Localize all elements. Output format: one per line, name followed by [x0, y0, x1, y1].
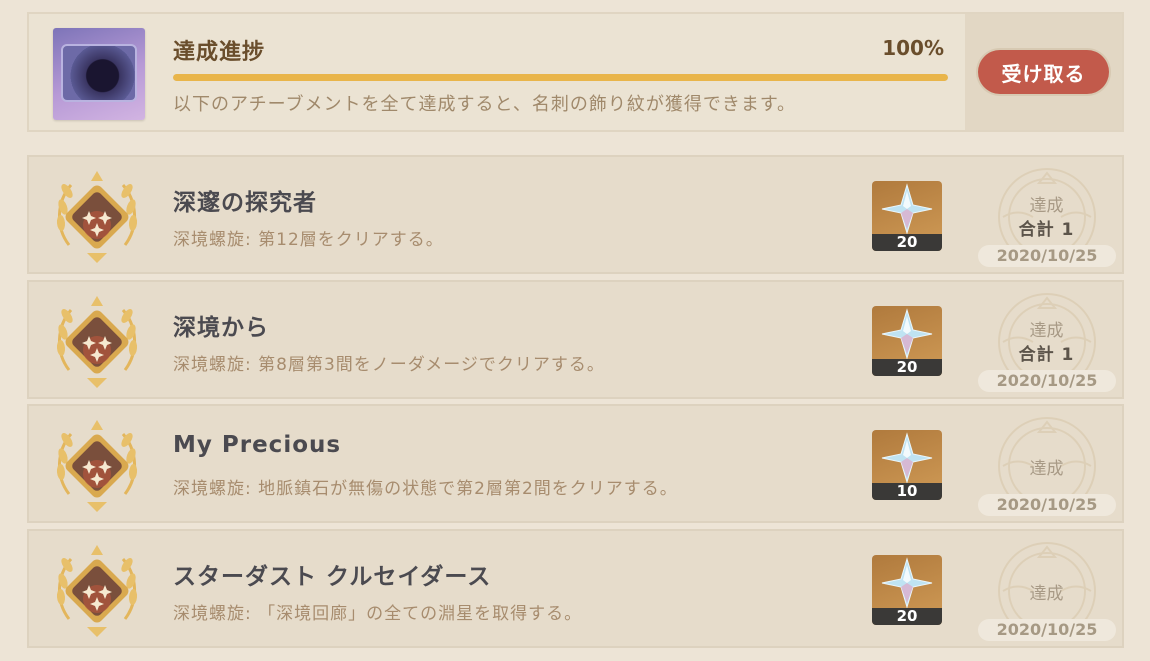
achievement-medal-icon [56, 296, 138, 388]
achievement-title: スターダスト クルセイダース [173, 564, 492, 590]
progress-bar [173, 74, 948, 81]
reward-count: 20 [872, 608, 942, 625]
primogem-icon [881, 432, 933, 484]
completion-date: 2020/10/25 [978, 245, 1116, 267]
primogem-icon [881, 308, 933, 360]
achievement-row[interactable]: 深境から 深境螺旋: 第8層第3間をノーダメージでクリアする。 20 達成 合計… [27, 280, 1124, 399]
reward-count: 20 [872, 234, 942, 251]
status-label: 達成 [1029, 196, 1064, 216]
achievement-description: 深境螺旋: 第12層をクリアする。 [173, 230, 444, 250]
reward-item[interactable]: 10 [872, 430, 942, 500]
completion-stamp: 達成 合計 1 2020/10/25 [969, 282, 1124, 397]
progress-percentage: 100% [882, 36, 944, 60]
status-label: 達成 [1029, 321, 1064, 341]
completion-stamp: 達成 2020/10/25 [969, 406, 1124, 521]
reward-item[interactable]: 20 [872, 306, 942, 376]
achievement-medal-icon [56, 420, 138, 512]
completion-total: 合計 1 [1018, 345, 1075, 365]
completion-stamp: 達成 2020/10/25 [969, 531, 1124, 646]
achievement-description: 深境螺旋: 第8層第3間をノーダメージでクリアする。 [173, 355, 605, 375]
achievement-medal-icon [56, 545, 138, 637]
completion-date: 2020/10/25 [978, 494, 1116, 516]
reward-item[interactable]: 20 [872, 181, 942, 251]
achievement-progress-panel: 達成進捗 100% 以下のアチーブメントを全て達成すると、名刺の飾り紋が獲得でき… [27, 12, 1124, 132]
achievement-row[interactable]: My Precious 深境螺旋: 地脈鎮石が無傷の状態で第2層第2間をクリアす… [27, 404, 1124, 523]
achievement-row[interactable]: スターダスト クルセイダース 深境螺旋: 「深境回廊」の全ての淵星を取得する。 … [27, 529, 1124, 648]
achievement-row[interactable]: 深邃の探究者 深境螺旋: 第12層をクリアする。 20 達成 合計 1 2020… [27, 155, 1124, 274]
claim-area: 受け取る [965, 14, 1122, 130]
achievement-title: 深境から [173, 315, 269, 341]
completion-date: 2020/10/25 [978, 370, 1116, 392]
namecard-decoration-icon [61, 44, 137, 102]
reward-item[interactable]: 20 [872, 555, 942, 625]
status-label: 達成 [1029, 584, 1064, 604]
primogem-icon [881, 183, 933, 235]
progress-bar-fill [173, 74, 948, 81]
reward-count: 20 [872, 359, 942, 376]
status-label: 達成 [1029, 459, 1064, 479]
namecard-thumbnail[interactable] [53, 28, 145, 120]
achievement-description: 深境螺旋: 「深境回廊」の全ての淵星を取得する。 [173, 604, 583, 624]
completion-total: 合計 1 [1018, 220, 1075, 240]
claim-button[interactable]: 受け取る [978, 50, 1109, 94]
achievement-title: 深邃の探究者 [173, 190, 317, 216]
progress-description: 以下のアチーブメントを全て達成すると、名刺の飾り紋が獲得できます。 [173, 94, 797, 115]
achievement-medal-icon [56, 171, 138, 263]
completion-stamp: 達成 合計 1 2020/10/25 [969, 157, 1124, 272]
progress-title: 達成進捗 [173, 40, 266, 65]
achievement-description: 深境螺旋: 地脈鎮石が無傷の状態で第2層第2間をクリアする。 [173, 479, 678, 499]
primogem-icon [881, 557, 933, 609]
achievement-title: My Precious [173, 432, 342, 458]
reward-count: 10 [872, 483, 942, 500]
completion-date: 2020/10/25 [978, 619, 1116, 641]
